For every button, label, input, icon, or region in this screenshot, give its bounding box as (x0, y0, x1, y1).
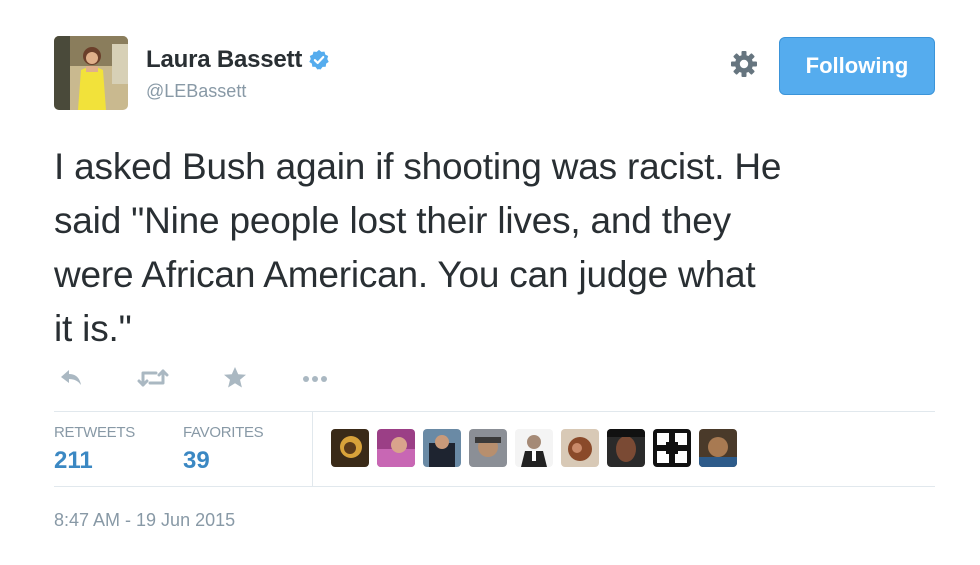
favoriter-avatar[interactable] (377, 429, 415, 467)
favoriter-avatar[interactable] (331, 429, 369, 467)
tweet-text-line: I asked Bush again if shooting was racis… (54, 146, 782, 187)
favorite-icon[interactable] (222, 365, 248, 391)
favoriter-avatar[interactable] (607, 429, 645, 467)
more-icon[interactable] (300, 365, 332, 391)
gear-icon[interactable] (729, 49, 759, 79)
author-handle[interactable]: @LEBassett (146, 81, 330, 102)
tweet-text-line: were African American. You can judge wha… (54, 254, 756, 295)
verified-badge-icon (308, 49, 330, 71)
avatar[interactable] (54, 36, 128, 110)
divider (54, 486, 935, 487)
following-button[interactable]: Following (779, 37, 935, 95)
retweets-stat[interactable]: RETWEETS 211 (54, 424, 135, 475)
avatar-photo-icon (54, 36, 128, 110)
tweet-timestamp[interactable]: 8:47 AM - 19 Jun 2015 (54, 510, 235, 531)
favorites-count[interactable]: 39 (183, 447, 263, 475)
retweet-icon[interactable] (136, 365, 170, 391)
favoriter-avatar[interactable] (423, 429, 461, 467)
favorites-stat[interactable]: FAVORITES 39 (183, 424, 264, 475)
retweets-label: RETWEETS (54, 424, 135, 441)
reply-icon[interactable] (58, 365, 84, 391)
favorites-label: FAVORITES (183, 424, 264, 441)
tweet-text-line: it is." (54, 308, 132, 349)
author-name[interactable]: Laura Bassett (146, 46, 302, 74)
favoriter-avatar[interactable] (561, 429, 599, 467)
tweet-text: I asked Bush again if shooting was racis… (54, 140, 944, 356)
divider (312, 412, 313, 486)
favoriter-avatar[interactable] (653, 429, 691, 467)
favoriter-avatar[interactable] (469, 429, 507, 467)
tweet-text-line: said "Nine people lost their lives, and … (54, 200, 731, 241)
favoriter-avatar[interactable] (515, 429, 553, 467)
tweet-author: Laura Bassett @LEBassett (146, 46, 330, 102)
favoriter-avatar[interactable] (699, 429, 737, 467)
retweets-count[interactable]: 211 (54, 447, 135, 475)
divider (54, 411, 935, 412)
